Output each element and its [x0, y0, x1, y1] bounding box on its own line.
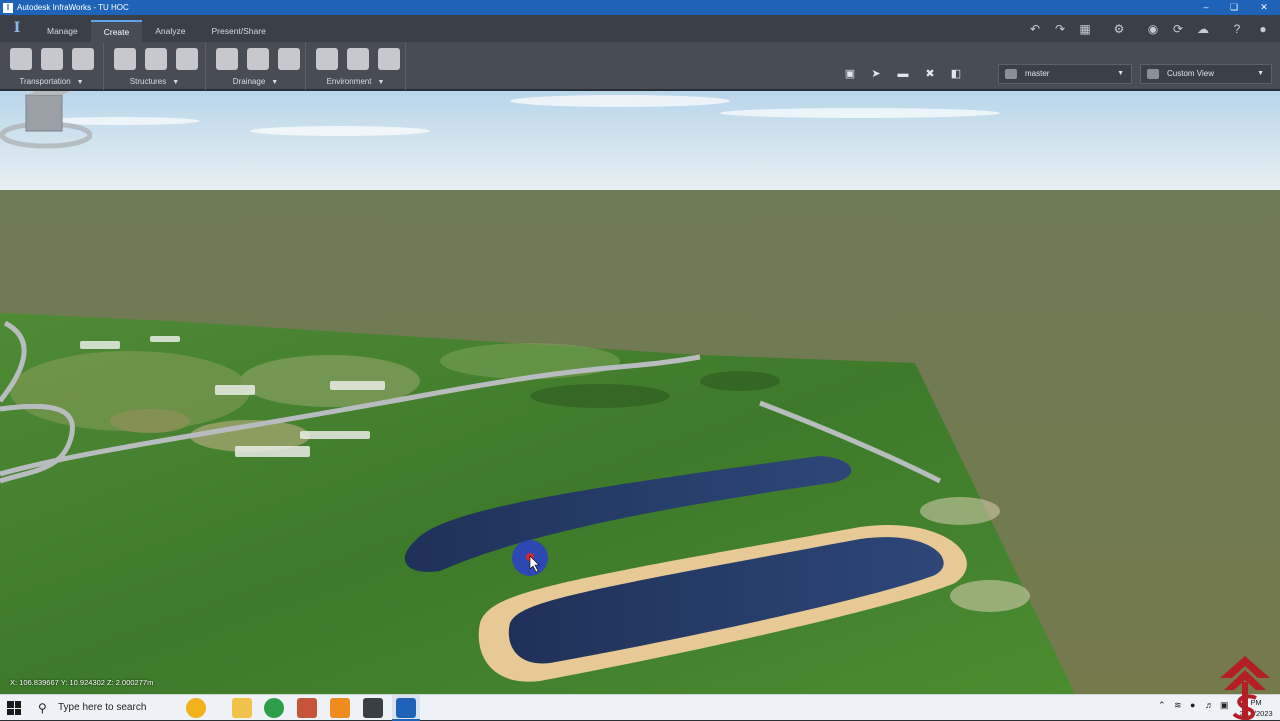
bridge-icon[interactable]	[114, 48, 136, 70]
app-menu-icon[interactable]: I	[0, 15, 34, 42]
3d-viewport[interactable]	[0, 91, 1280, 694]
chrome-icon[interactable]	[264, 698, 284, 718]
title-bar: I Autodesk InfraWorks - TU HOC – ❏ ✕	[0, 0, 1280, 15]
panel-structures: Structures ▼	[104, 42, 206, 90]
panel-drainage-label[interactable]: Drainage ▼	[206, 77, 305, 86]
tab-analyze[interactable]: Analyze	[142, 20, 198, 42]
road-curve-icon[interactable]	[41, 48, 63, 70]
minimize-button[interactable]: –	[1192, 0, 1220, 15]
maximize-button[interactable]: ❏	[1220, 0, 1248, 15]
display-icon[interactable]: ▣	[840, 66, 860, 82]
settings-gear-icon[interactable]: ⚙	[1108, 18, 1130, 40]
proposal-select[interactable]: master ▼	[998, 64, 1132, 84]
chevron-down-icon: ▼	[1117, 70, 1124, 77]
windows-start-icon[interactable]	[7, 701, 21, 715]
help-icon[interactable]: ?	[1226, 18, 1248, 40]
panel-drainage: Drainage ▼	[206, 42, 306, 90]
traffic-light-icon[interactable]	[316, 48, 338, 70]
layout-icon[interactable]: ▦	[1074, 18, 1096, 40]
tunnel-icon[interactable]	[145, 48, 167, 70]
building-icon[interactable]	[176, 48, 198, 70]
panel-environment: Environment ▼	[306, 42, 406, 90]
culvert-icon[interactable]	[216, 48, 238, 70]
pipe-connector-icon[interactable]	[278, 48, 300, 70]
clip-icon[interactable]: ◧	[946, 66, 966, 82]
taskbar: ⚲ Type here to search ⌃ ≋ ● ♬ ▣ PM 2/12/…	[0, 694, 1280, 721]
autocad-icon[interactable]	[363, 698, 383, 718]
close-button[interactable]: ✕	[1250, 0, 1278, 15]
network-icon[interactable]: ≋	[1174, 700, 1182, 711]
road-icon[interactable]	[10, 48, 32, 70]
weather-icon[interactable]	[186, 698, 206, 718]
user-avatar-icon[interactable]: ●	[1252, 18, 1274, 40]
app-icon[interactable]	[330, 698, 350, 718]
tab-manage[interactable]: Manage	[34, 20, 91, 42]
proposal-icon	[1005, 69, 1017, 79]
select-arrow-icon[interactable]: ➤	[866, 66, 886, 82]
measure-icon[interactable]: ▬	[893, 66, 913, 82]
chevron-up-icon[interactable]: ⌃	[1158, 700, 1166, 711]
office-icon[interactable]	[297, 698, 317, 718]
infraworks-logo-icon: I	[3, 2, 13, 13]
cloud-icon[interactable]: ☁	[1192, 18, 1214, 40]
panel-environment-label[interactable]: Environment ▼	[306, 77, 405, 86]
volume-icon[interactable]: ♬	[1205, 700, 1214, 710]
tab-create[interactable]: Create	[90, 20, 143, 42]
pipe-icon[interactable]	[247, 48, 269, 70]
microphone-icon[interactable]: ●	[1190, 700, 1195, 710]
panel-transportation: Transportation ▼	[0, 42, 104, 90]
coordinate-readout: X: 106.839667 Y: 10.924302 Z: 2.000277m	[10, 678, 154, 687]
undo-icon[interactable]: ↶	[1024, 18, 1046, 40]
tree-icon[interactable]	[378, 48, 400, 70]
city-furniture-icon[interactable]	[347, 48, 369, 70]
panel-structures-label[interactable]: Structures ▼	[104, 77, 205, 86]
file-explorer-icon[interactable]	[232, 698, 252, 718]
chevron-down-icon: ▼	[1257, 70, 1264, 77]
tools-icon[interactable]: ✖	[920, 66, 940, 82]
component-road-icon[interactable]	[72, 48, 94, 70]
tab-present-share[interactable]: Present/Share	[198, 20, 278, 42]
infraworks-icon	[396, 698, 416, 718]
globe-icon[interactable]: ◉	[1142, 18, 1164, 40]
viewcube-icon[interactable]	[0, 91, 92, 151]
view-icon	[1147, 69, 1159, 79]
channel-logo-icon	[1220, 656, 1270, 720]
window-title: Autodesk InfraWorks - TU HOC	[17, 3, 129, 12]
redo-icon[interactable]: ↷	[1049, 18, 1071, 40]
panel-transportation-label[interactable]: Transportation ▼	[0, 77, 103, 86]
search-icon: ⚲	[38, 701, 47, 715]
sync-icon[interactable]: ⟳	[1167, 18, 1189, 40]
view-select[interactable]: Custom View ▼	[1140, 64, 1272, 84]
